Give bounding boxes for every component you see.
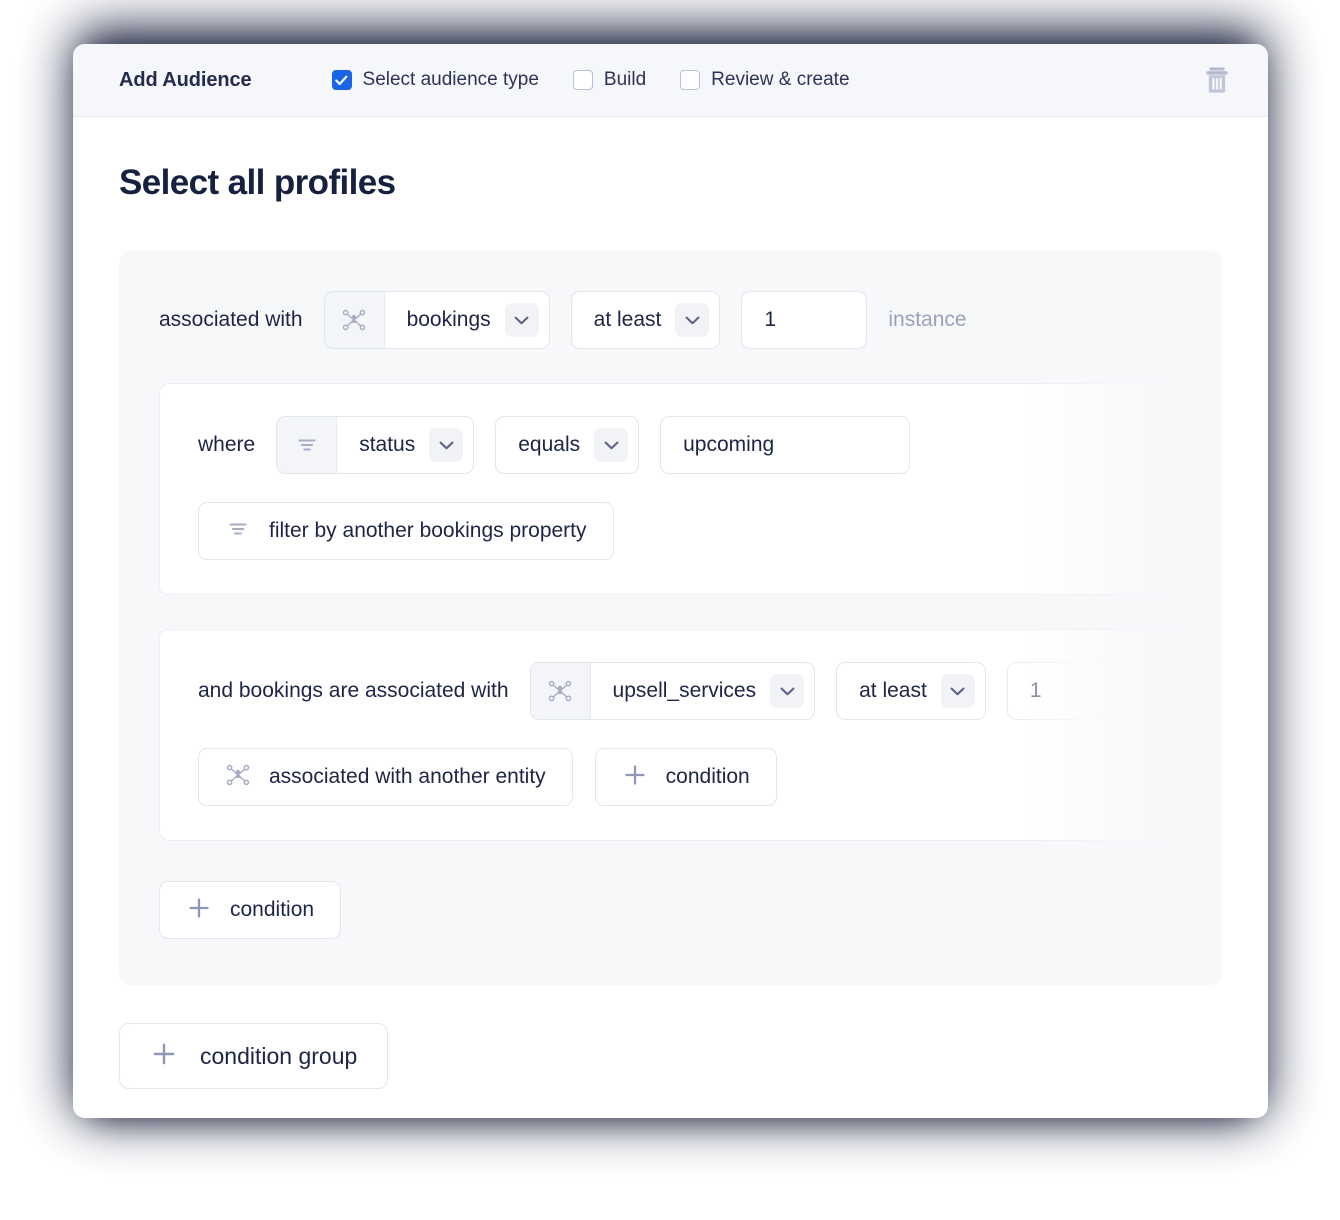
association-operator-select[interactable]: at least (570, 291, 721, 349)
property-select-value: status (359, 433, 416, 456)
association-prefix-label: associated with (159, 308, 303, 331)
nested-association-row: and bookings are associated with upsell_… (160, 662, 1181, 720)
entity-select-value: bookings (406, 308, 491, 331)
plus-icon (186, 895, 212, 926)
entity-network-icon (324, 292, 385, 348)
chevron-down-icon[interactable] (770, 674, 805, 708)
add-condition-button[interactable]: condition (159, 881, 342, 939)
step-checkbox[interactable] (680, 70, 701, 90)
step-label: Review & create (711, 69, 850, 90)
filter-icon (277, 417, 338, 473)
entity-network-glyph (548, 680, 572, 702)
chevron-down-icon[interactable] (429, 428, 464, 462)
nested-entity-value: upsell_services (612, 679, 757, 702)
window-header: Add Audience Select audience type Build … (73, 44, 1268, 117)
nested-actions-row: associated with another entity condition (160, 748, 1181, 806)
association-row: associated with bookings at least 1 inst… (119, 291, 1222, 349)
window-body: Select all profiles associated with book… (73, 117, 1268, 1089)
add-associated-entity-label: associated with another entity (269, 765, 546, 788)
comparator-value: equals (518, 433, 581, 456)
wizard-steps: Select audience type Build Review & crea… (331, 69, 850, 91)
instance-count-value: 1 (764, 308, 777, 331)
step-label: Select audience type (362, 69, 539, 90)
where-row: where status equals upcoming (160, 416, 1181, 474)
trash-icon (1206, 67, 1228, 93)
check-icon (335, 75, 348, 85)
entity-network-glyph (342, 309, 366, 331)
add-property-filter-button[interactable]: filter by another bookings property (198, 502, 614, 560)
nested-count-value: 1 (1029, 679, 1042, 702)
nested-entity-select[interactable]: upsell_services (529, 662, 816, 720)
step-checkbox[interactable] (331, 70, 352, 90)
association-operator-value: at least (593, 308, 662, 331)
instance-count-input[interactable]: 1 (741, 291, 868, 349)
add-condition-label: condition (230, 898, 315, 921)
step-build[interactable]: Build (572, 69, 647, 91)
add-property-filter-label: filter by another bookings property (269, 519, 587, 542)
condition-group-panel: associated with bookings at least 1 inst… (119, 251, 1222, 985)
window-title: Add Audience (119, 68, 252, 91)
where-label: where (198, 433, 256, 456)
chevron-down-icon[interactable] (940, 674, 975, 708)
plus-icon (150, 1040, 178, 1073)
instance-suffix-label: instance (888, 308, 967, 331)
filter-value-text: upcoming (683, 433, 775, 456)
add-audience-window: Add Audience Select audience type Build … (73, 44, 1268, 1118)
screenshot-stage: Add Audience Select audience type Build … (0, 0, 1340, 1220)
nested-prefix-label: and bookings are associated with (198, 679, 509, 702)
comparator-select[interactable]: equals (495, 416, 640, 474)
step-checkbox[interactable] (572, 70, 593, 90)
entity-network-glyph (226, 764, 250, 785)
step-label: Build (603, 69, 647, 90)
plus-glyph (153, 1043, 175, 1064)
property-select[interactable]: status (276, 416, 475, 474)
entity-select[interactable]: bookings (323, 291, 550, 349)
filter-glyph (298, 439, 316, 451)
filter-glyph (229, 522, 247, 535)
nested-operator-select[interactable]: at least (836, 662, 986, 720)
step-review-and-create[interactable]: Review & create (680, 69, 850, 91)
nested-count-input[interactable]: 1 (1006, 662, 1133, 720)
nested-add-condition-label: condition (665, 765, 750, 788)
page-title: Select all profiles (119, 163, 396, 202)
chevron-down-icon[interactable] (504, 303, 539, 337)
plus-glyph (625, 764, 645, 785)
plus-glyph (189, 897, 209, 918)
nested-association-panel: and bookings are associated with upsell_… (159, 629, 1182, 841)
entity-network-icon (530, 663, 591, 719)
plus-icon (622, 762, 648, 793)
delete-audience-button[interactable] (1200, 63, 1234, 97)
footer-actions: condition group (119, 1023, 1222, 1089)
filter-icon (225, 516, 251, 547)
property-filter-panel: where status equals upcoming filter by a… (159, 383, 1182, 595)
chevron-down-icon[interactable] (675, 303, 710, 337)
nested-add-condition-button[interactable]: condition (594, 748, 777, 806)
add-condition-group-button[interactable]: condition group (119, 1023, 389, 1089)
group-panel-fade (1022, 251, 1222, 985)
filter-value-input[interactable]: upcoming (660, 416, 911, 474)
group-actions-row: condition (119, 881, 1222, 939)
chevron-down-icon[interactable] (594, 428, 629, 462)
add-associated-entity-button[interactable]: associated with another entity (198, 748, 573, 806)
nested-operator-value: at least (859, 679, 927, 702)
filter-actions-row: filter by another bookings property (160, 502, 1181, 560)
add-condition-group-label: condition group (200, 1042, 358, 1069)
entity-network-icon (225, 762, 251, 793)
step-select-audience-type[interactable]: Select audience type (331, 69, 539, 91)
